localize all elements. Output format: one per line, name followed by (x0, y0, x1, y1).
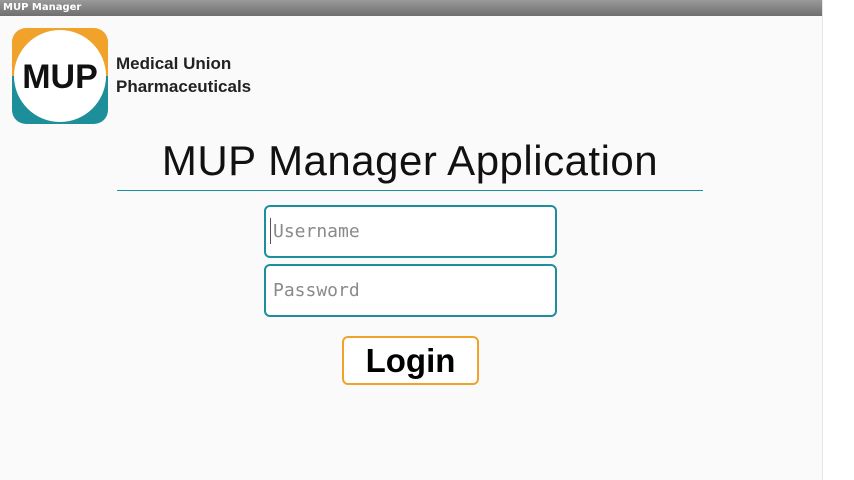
company-name: Medical Union Pharmaceuticals (116, 52, 251, 98)
window-title-bar: MUP Manager (0, 0, 822, 16)
password-input[interactable] (264, 264, 557, 317)
window-title: MUP Manager (3, 2, 82, 13)
page-title: MUP Manager Application (161, 137, 659, 184)
company-name-line1: Medical Union (116, 54, 232, 73)
username-input[interactable] (264, 205, 557, 258)
company-name-line2: Pharmaceuticals (116, 77, 252, 96)
text-cursor (270, 218, 271, 244)
logo-text: MUP (22, 58, 98, 96)
app-screen: MUP Manager MUP Medical Union Pharmaceut… (0, 0, 823, 480)
login-button[interactable]: Login (342, 336, 479, 385)
mup-logo: MUP (12, 28, 108, 124)
title-divider (117, 190, 703, 191)
